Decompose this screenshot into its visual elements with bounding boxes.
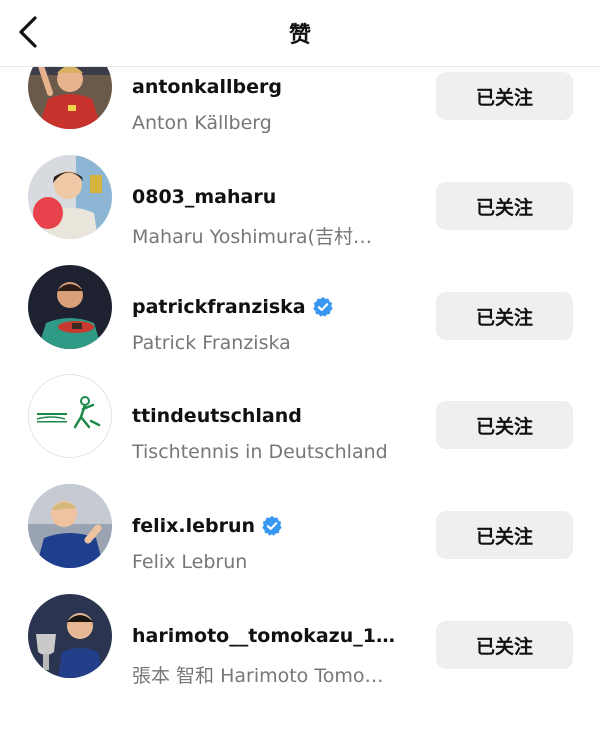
following-button[interactable]: 已关注 xyxy=(436,292,573,340)
player-green-shirt-avatar xyxy=(28,265,112,349)
list-item: harimoto__tomokazu_1… 張本 智和 Harimoto Tom… xyxy=(0,594,600,749)
username-text[interactable]: 0803_maharu xyxy=(132,186,276,208)
full-name: Felix Lebrun xyxy=(132,551,248,573)
full-name: Maharu Yoshimura(吉村… xyxy=(132,226,372,248)
username[interactable]: 0803_maharu xyxy=(132,186,276,208)
username-text[interactable]: patrickfranziska xyxy=(132,296,306,318)
username-text[interactable]: felix.lebrun xyxy=(132,515,255,537)
top-bar: 赞 xyxy=(0,0,600,67)
avatar[interactable] xyxy=(28,374,112,458)
following-button[interactable]: 已关注 xyxy=(436,401,573,449)
player-trophy-avatar xyxy=(28,594,112,678)
avatar[interactable] xyxy=(28,594,112,678)
tt-logo-avatar xyxy=(29,375,111,457)
player-blue-shirt-avatar xyxy=(28,484,112,568)
username[interactable]: felix.lebrun xyxy=(132,515,283,537)
username-text[interactable]: antonkallberg xyxy=(132,76,282,98)
following-button[interactable]: 已关注 xyxy=(436,72,573,120)
full-name: Patrick Franziska xyxy=(132,332,291,354)
username[interactable]: antonkallberg xyxy=(132,76,282,98)
verified-badge-icon xyxy=(312,296,333,317)
player-with-paddle-avatar xyxy=(28,155,112,239)
username[interactable]: harimoto__tomokazu_1… xyxy=(132,625,395,647)
avatar[interactable] xyxy=(28,484,112,568)
username-text[interactable]: harimoto__tomokazu_1… xyxy=(132,625,395,647)
avatar[interactable] xyxy=(28,265,112,349)
following-button[interactable]: 已关注 xyxy=(436,511,573,559)
page-title: 赞 xyxy=(288,23,311,48)
full-name: Tischtennis in Deutschland xyxy=(132,441,388,463)
full-name: 張本 智和 Harimoto Tomo… xyxy=(132,665,384,687)
following-button[interactable]: 已关注 xyxy=(436,182,573,230)
avatar[interactable] xyxy=(28,155,112,239)
username-text[interactable]: ttindeutschland xyxy=(132,405,302,427)
verified-badge-icon xyxy=(262,515,282,536)
username[interactable]: patrickfranziska xyxy=(132,296,334,318)
following-button[interactable]: 已关注 xyxy=(436,621,573,669)
full-name: Anton Källberg xyxy=(132,112,272,134)
username[interactable]: ttindeutschland xyxy=(132,405,302,427)
